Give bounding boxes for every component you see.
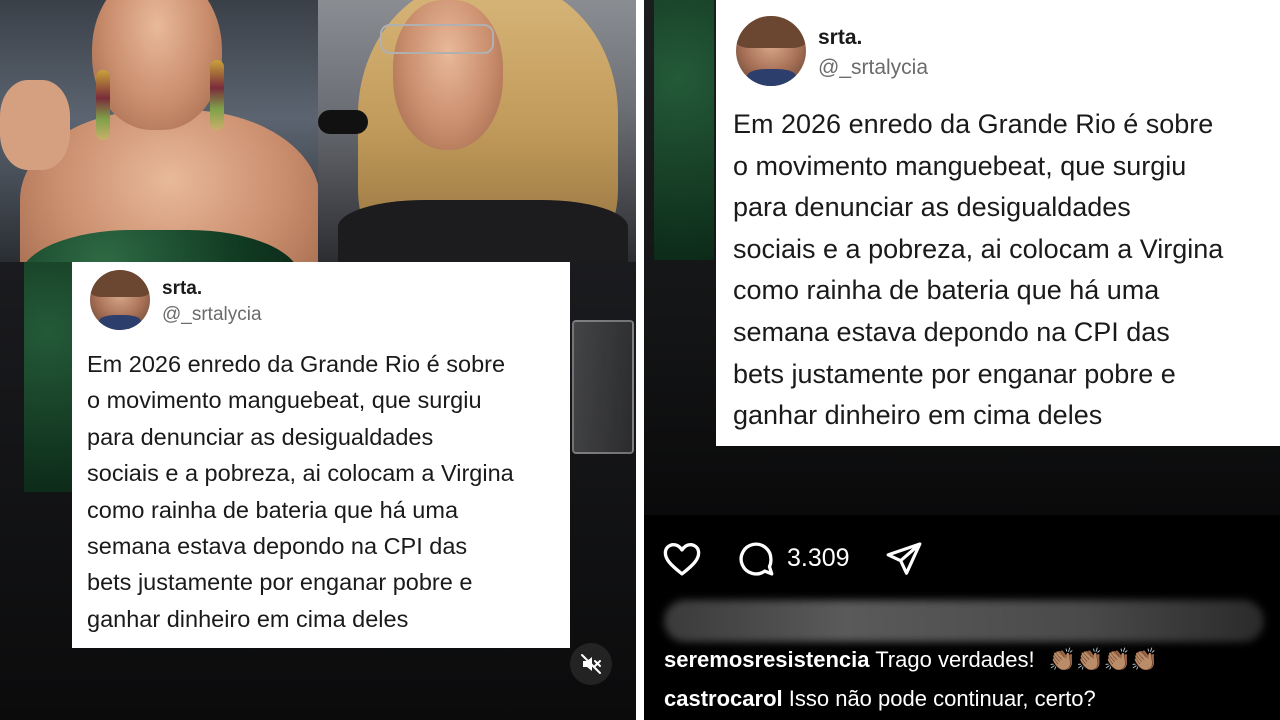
tweet-text: Em 2026 enredo da Grande Rio é sobre o m…: [87, 351, 514, 632]
right-post-panel: srta. @_srtalycia Em 2026 enredo da Gran…: [644, 0, 1280, 720]
green-dress-edge: [654, 0, 714, 260]
send-icon: [886, 542, 922, 575]
thumbs-gesture-hand: [0, 80, 70, 170]
glasses: [380, 24, 494, 54]
comment-username[interactable]: seremosresistencia: [664, 647, 869, 672]
heart-icon: [663, 542, 701, 576]
comment-text: Isso não pode continuar, certo?: [788, 686, 1096, 711]
water-glass: [572, 320, 634, 454]
photo-woman-earrings: [0, 0, 318, 262]
blurred-caption: [664, 600, 1264, 642]
tweet-card: srta. @_srtalycia Em 2026 enredo da Gran…: [716, 0, 1280, 446]
woman-face: [92, 0, 222, 130]
speaker-muted-icon: [581, 654, 601, 674]
comment-item: castrocarol Isso não pode continuar, cer…: [664, 686, 1096, 712]
left-reel-panel: srta. @_srtalycia Em 2026 enredo da Gran…: [0, 0, 636, 720]
woman-face: [393, 0, 503, 150]
avatar: [736, 16, 806, 86]
comment-count: 3.309: [787, 544, 850, 572]
tweet-author-name: srta.: [818, 26, 863, 49]
mute-button[interactable]: [570, 643, 612, 685]
microphone: [318, 110, 368, 134]
earring-left: [96, 70, 110, 140]
tweet-card: srta. @_srtalycia Em 2026 enredo da Gran…: [72, 262, 570, 648]
avatar: [90, 270, 150, 330]
comment-username[interactable]: castrocarol: [664, 686, 783, 711]
like-button[interactable]: [660, 537, 704, 581]
comment-text: Trago verdades!: [875, 647, 1035, 672]
comment-item: seremosresistencia Trago verdades! 👏🏽👏🏽👏…: [664, 647, 1158, 673]
earring-right: [210, 60, 224, 130]
tweet-text: Em 2026 enredo da Grande Rio é sobre o m…: [733, 109, 1224, 431]
post-actions-bar: 3.309: [644, 515, 1280, 605]
tweet-author-name: srta.: [162, 278, 203, 299]
photo-woman-glasses: [318, 0, 636, 262]
tweet-author-handle: @_srtalycia: [162, 304, 262, 325]
clapping-hands-icon: 👏🏽👏🏽👏🏽👏🏽: [1048, 647, 1159, 672]
panel-divider: [636, 0, 644, 720]
share-button[interactable]: [882, 537, 926, 581]
tweet-author-handle: @_srtalycia: [818, 56, 929, 79]
black-shirt: [338, 200, 628, 262]
comment-button[interactable]: [734, 537, 778, 581]
comment-icon: [739, 542, 774, 576]
